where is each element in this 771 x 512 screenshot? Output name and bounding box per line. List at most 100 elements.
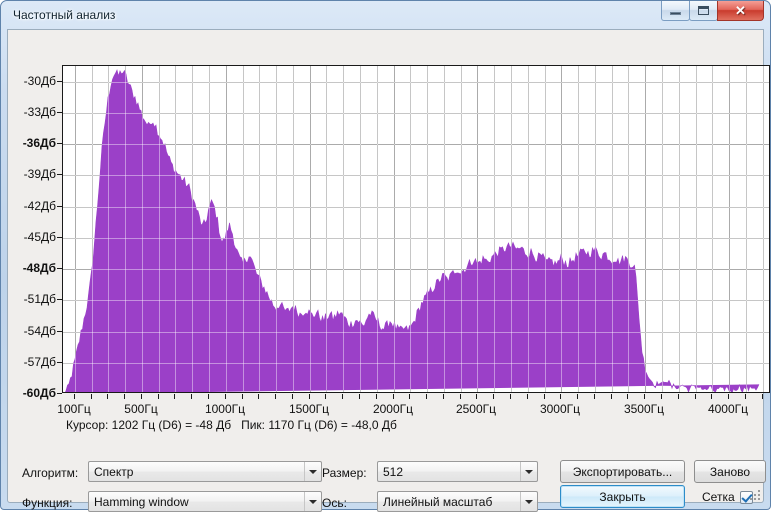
dialog-client-area: -30Дб -33Дб -36Дб -39Дб -42Дб -45Дб -48Дб -51Дб…	[7, 29, 770, 512]
x-axis-tick-label: 4000Гц	[707, 402, 749, 416]
y-axis-tick-label: -36Дб	[22, 136, 56, 150]
x-axis-tick	[158, 394, 159, 399]
minimize-button[interactable]	[661, 1, 690, 21]
algorithm-label: Алгоритм:	[22, 466, 79, 480]
grid-checkbox-label: Сетка	[702, 490, 735, 504]
x-axis-tick-label: 3500Гц	[623, 402, 665, 416]
x-axis-tick	[409, 394, 410, 399]
y-axis-tick-label: -51Дб	[23, 292, 56, 306]
x-axis-tick	[443, 394, 444, 399]
y-axis-tick-label: -60Дб	[22, 386, 56, 400]
x-axis-tick	[745, 394, 746, 399]
x-axis-tick	[376, 394, 377, 399]
x-axis-tick	[107, 394, 108, 399]
frequency-analysis-window: Частотный анализ ✕ -30Дб -33Дб -36Дб -39Дб -…	[0, 0, 771, 512]
x-axis-tick	[242, 394, 243, 399]
redo-button[interactable]: Заново	[694, 460, 766, 483]
x-axis-tick	[627, 394, 628, 399]
x-axis-tick	[393, 394, 394, 399]
close-dialog-button[interactable]: Закрыть	[560, 485, 685, 508]
x-axis-tick	[695, 394, 696, 399]
resize-grip[interactable]	[748, 488, 760, 500]
x-axis-tick	[426, 394, 427, 399]
close-button[interactable]: ✕	[717, 1, 764, 21]
x-axis-tick	[208, 394, 209, 399]
x-axis-tick	[644, 394, 645, 399]
x-axis-tick	[174, 394, 175, 399]
x-axis-tick	[258, 394, 259, 399]
chevron-down-icon[interactable]	[520, 462, 537, 481]
title-bar[interactable]: Частотный анализ ✕	[7, 1, 764, 29]
x-axis-tick-label: 100Гц	[57, 402, 91, 416]
spectrum-chart: -30Дб -33Дб -36Дб -39Дб -42Дб -45Дб -48Дб -51Дб…	[8, 30, 771, 432]
status-readout: Курсор: 1202 Гц (D6) = -48 Дб Пик: 1170 …	[66, 418, 397, 432]
y-axis-tick-label: -42Дб	[23, 199, 56, 213]
x-axis-tick	[728, 394, 729, 399]
function-value: Hamming window	[94, 494, 189, 509]
x-axis-tick	[661, 394, 662, 399]
x-axis-tick	[493, 394, 494, 399]
maximize-icon	[698, 6, 709, 15]
x-axis-tick	[141, 394, 142, 399]
x-axis-tick-label: 2500Гц	[455, 402, 497, 416]
y-axis-tick-label: -57Дб	[23, 355, 56, 369]
x-axis-tick	[292, 394, 293, 399]
x-axis-tick	[510, 394, 511, 399]
algorithm-select[interactable]: Спектр	[88, 461, 322, 482]
x-axis-tick	[544, 394, 545, 399]
chevron-down-icon[interactable]	[304, 462, 321, 481]
axis-label: Ось:	[322, 496, 347, 510]
function-label: Функция:	[22, 496, 73, 510]
x-axis-tick	[91, 394, 92, 399]
y-axis-tick-label: -39Дб	[23, 167, 56, 181]
plot-area[interactable]	[62, 65, 770, 393]
x-axis-tick	[527, 394, 528, 399]
y-axis-tick-label: -30Дб	[23, 74, 56, 88]
x-axis-tick-label: 2000Гц	[372, 402, 414, 416]
maximize-button[interactable]	[689, 1, 718, 21]
x-axis-tick-label: 500Гц	[124, 402, 158, 416]
y-axis-tick-label: -54Дб	[23, 324, 56, 338]
spectrum-curve	[63, 69, 760, 392]
spectrum-area	[63, 69, 760, 392]
x-axis-tick-label: 3000Гц	[539, 402, 581, 416]
x-axis-tick-label: 1000Гц	[204, 402, 246, 416]
chevron-down-icon[interactable]	[520, 492, 537, 511]
x-axis-tick	[762, 394, 763, 399]
size-select[interactable]: 512	[377, 461, 538, 482]
grid-checkbox[interactable]: Сетка	[702, 490, 753, 504]
x-axis-tick	[325, 394, 326, 399]
minimize-icon	[670, 12, 681, 15]
algorithm-value: Спектр	[94, 464, 134, 479]
export-button[interactable]: Экспортировать...	[560, 460, 685, 483]
size-value: 512	[383, 464, 404, 479]
y-axis-labels: -30Дб -33Дб -36Дб -39Дб -42Дб -45Дб -48Дб -51Дб…	[8, 65, 62, 400]
x-axis-tick	[476, 394, 477, 399]
size-label: Размер:	[322, 466, 367, 480]
window-title: Частотный анализ	[13, 8, 116, 22]
y-axis-tick-label: -33Дб	[23, 105, 56, 119]
x-axis-tick	[275, 394, 276, 399]
y-axis-tick-label: -45Дб	[23, 230, 56, 244]
x-axis-tick	[560, 394, 561, 399]
close-icon: ✕	[735, 3, 746, 18]
window-controls: ✕	[661, 1, 764, 22]
function-select[interactable]: Hamming window	[88, 491, 322, 512]
x-axis-tick-label: 1500Гц	[288, 402, 330, 416]
axis-select[interactable]: Линейный масштаб	[377, 491, 538, 512]
x-axis-tick	[711, 394, 712, 399]
x-axis-tick	[342, 394, 343, 399]
x-axis-tick	[124, 394, 125, 399]
x-axis-tick	[611, 394, 612, 399]
x-axis-tick	[359, 394, 360, 399]
x-axis-tick	[309, 394, 310, 399]
x-axis-tick	[594, 394, 595, 399]
x-axis-labels: 100Гц 500Гц 1000Гц 1500Гц 2000Гц 2500Гц 3000Гц…	[57, 394, 771, 420]
x-axis-tick	[577, 394, 578, 399]
x-axis-tick	[460, 394, 461, 399]
y-axis-tick-label: -48Дб	[22, 261, 56, 275]
chevron-down-icon[interactable]	[304, 492, 321, 511]
x-axis-tick	[678, 394, 679, 399]
x-axis-tick	[191, 394, 192, 399]
x-axis-tick	[74, 394, 75, 399]
